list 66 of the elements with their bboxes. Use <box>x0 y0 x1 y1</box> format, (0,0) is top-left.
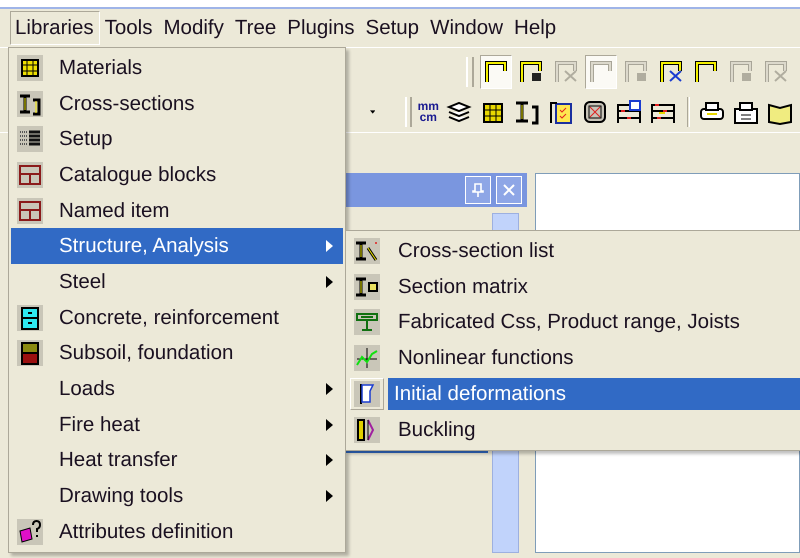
close-icon <box>502 183 516 197</box>
menu-item[interactable]: Catalogue blocks <box>11 157 343 193</box>
frame-icon <box>693 59 719 85</box>
cabinet-icon <box>17 340 43 366</box>
curve-icon <box>354 345 380 372</box>
menu-bar-item[interactable]: Modify <box>158 11 230 45</box>
menu-item[interactable]: Heat transfer <box>11 442 343 478</box>
menu-bar-item[interactable]: Help <box>509 11 562 45</box>
frame-icon <box>763 59 789 85</box>
menu-item[interactable]: Fire heat <box>11 406 343 443</box>
frame-grid-icon[interactable] <box>614 99 643 125</box>
beam-icon <box>354 309 380 336</box>
menu-item[interactable]: Setup <box>11 121 343 158</box>
toolbar-gripper[interactable] <box>466 57 474 87</box>
question-icon <box>17 518 43 545</box>
menu-item[interactable]: Named item <box>11 192 343 228</box>
dropdown-caret-icon[interactable] <box>370 109 376 115</box>
menu-item[interactable]: Buckling <box>348 412 800 448</box>
submenu-arrow-icon <box>326 490 333 502</box>
units-button[interactable]: mm cm <box>418 101 439 123</box>
submenu-arrow-icon <box>326 383 333 396</box>
submenu-arrow-icon <box>326 454 333 466</box>
list-icon <box>17 126 43 152</box>
menu-bar-item[interactable]: Window <box>425 11 510 45</box>
menu-item[interactable]: Nonlinear functions <box>348 340 800 376</box>
menu-item[interactable]: Loads <box>11 371 343 407</box>
column-icon <box>354 381 380 408</box>
frame-icon <box>623 59 649 85</box>
menu-item[interactable]: Structure, Analysis <box>11 228 343 264</box>
beam-pencil-icon <box>354 238 380 264</box>
buckling-icon <box>354 416 380 443</box>
menu-bar-item[interactable]: Tools <box>100 11 158 45</box>
layers-icon[interactable] <box>444 99 473 125</box>
menu-item[interactable]: Subsoil, foundation <box>11 336 343 372</box>
table-icon <box>17 162 43 188</box>
frame-icon <box>553 59 579 85</box>
table-icon <box>17 198 43 224</box>
submenu-arrow-icon <box>326 418 333 431</box>
menu-item[interactable]: Section matrix <box>348 268 800 305</box>
menu-item[interactable]: Fabricated Css, Product range, Joists <box>348 304 800 340</box>
pin-icon <box>471 183 485 197</box>
menu-bar-item[interactable]: Libraries <box>10 11 100 45</box>
menu-item[interactable]: Attributes definition <box>11 514 343 550</box>
menu-bar-item[interactable]: Tree <box>230 11 282 45</box>
submenu-arrow-icon <box>326 276 333 288</box>
frame-icon <box>483 59 509 85</box>
frame-icon <box>658 59 684 85</box>
menu-item[interactable]: Drawing tools <box>11 478 343 514</box>
frame-icon <box>728 59 754 85</box>
beam-section-icon <box>17 90 43 117</box>
beam-section-icon <box>354 274 380 300</box>
submenu-arrow-icon <box>326 240 333 252</box>
menu-item[interactable]: Cross-sections <box>11 86 343 122</box>
menu-item[interactable]: Cross-section list <box>348 233 800 269</box>
toolbar-gripper[interactable] <box>405 97 412 127</box>
menu-item[interactable]: Steel <box>11 264 343 300</box>
menu-bar-item[interactable]: Plugins <box>282 11 361 45</box>
menu-bar-item[interactable]: Setup <box>360 11 426 45</box>
menu-item[interactable]: Materials <box>11 50 343 86</box>
menu-item[interactable]: Concrete, reinforcement <box>11 300 343 336</box>
grid-cube-icon <box>17 54 43 81</box>
printer-icon[interactable] <box>732 99 760 125</box>
cabinet-icon <box>17 304 43 331</box>
toolbar-button[interactable] <box>480 55 512 89</box>
frame-icon <box>588 59 614 85</box>
frame-icon <box>518 59 544 85</box>
